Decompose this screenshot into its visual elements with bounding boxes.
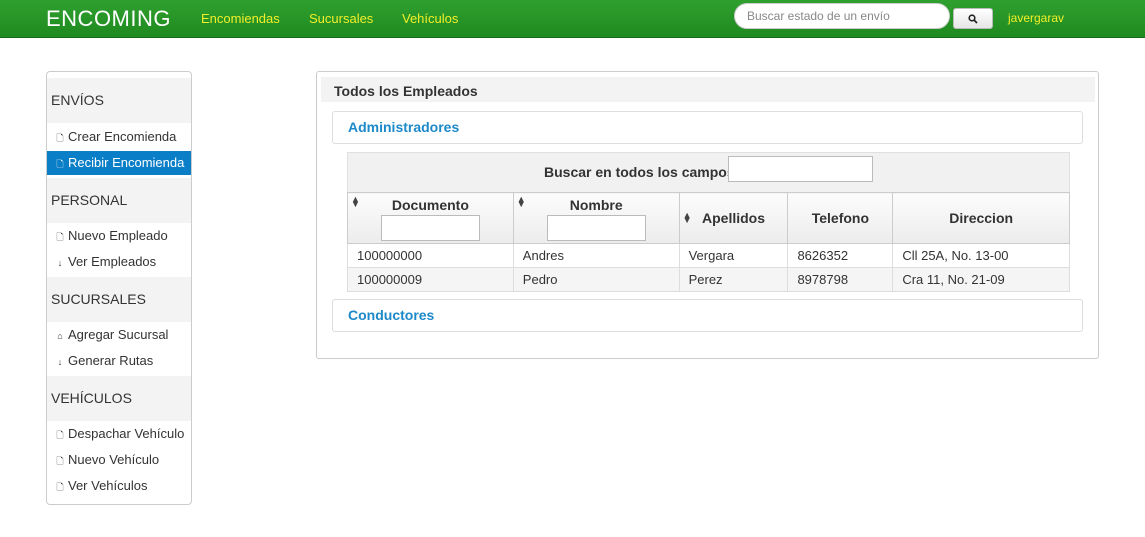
user-menu[interactable]: javergarav <box>1008 11 1064 25</box>
cell-telefono: 8626352 <box>787 243 894 268</box>
sidebar-item-agregar-sucursal[interactable]: ⌂ Agregar Sucursal <box>47 323 191 347</box>
cell-nombre: Andres <box>512 243 680 268</box>
home-icon: ⌂ <box>57 331 63 341</box>
table-filter-bar: Buscar en todos los campos: <box>347 152 1070 192</box>
sidebar-header-envios: ENVÍOS <box>47 78 191 123</box>
file-icon: 🗋 <box>56 430 64 440</box>
cell-direccion: Cra 11, No. 21-09 <box>892 267 1070 292</box>
sidebar-header-personal: PERSONAL <box>47 178 191 223</box>
cell-documento: 100000000 <box>347 243 514 268</box>
column-header-nombre[interactable]: ▲ ▼ Nombre <box>512 192 680 244</box>
sidebar-nav: ENVÍOS 🗋 Crear Encomienda 🗋 Recibir Encomi… <box>46 71 192 505</box>
file-icon: 🗋 <box>56 133 64 143</box>
file-icon: 🗋 <box>56 232 64 242</box>
column-header-telefono[interactable]: Telefono <box>787 192 894 244</box>
arrow-down-icon: ↓ <box>57 258 63 268</box>
top-navbar: ENCOMING Encomiendas Sucursales Vehículo… <box>0 0 1145 38</box>
employees-table: ▲ ▼ Documento ▲ ▼ Nombre ▲ ▼ Apellidos Tele… <box>347 192 1070 292</box>
cell-direccion: Cll 25A, No. 13-00 <box>892 243 1070 268</box>
file-icon: 🗋 <box>56 456 64 466</box>
table-row[interactable]: 100000000 Andres Vergara 8626352 Cll 25A… <box>347 243 1070 268</box>
global-filter-input[interactable] <box>728 156 873 182</box>
column-header-direccion[interactable]: Direccion <box>892 192 1070 244</box>
sort-icon[interactable]: ▲ ▼ <box>351 195 360 209</box>
sidebar-item-nuevo-vehiculo[interactable]: 🗋 Nuevo Vehículo <box>47 448 191 472</box>
sort-icon[interactable]: ▲ ▼ <box>517 195 526 209</box>
brand-logo[interactable]: ENCOMING <box>46 6 171 32</box>
sidebar-item-despachar-vehiculo[interactable]: 🗋 Despachar Vehículo <box>47 422 191 446</box>
nav-link-sucursales[interactable]: Sucursales <box>309 11 373 26</box>
cell-apellidos: Vergara <box>678 243 789 268</box>
cell-nombre: Pedro <box>512 267 680 292</box>
sidebar-item-nuevo-empleado[interactable]: 🗋 Nuevo Empleado <box>47 224 191 248</box>
sidebar-header-sucursales: SUCURSALES <box>47 277 191 322</box>
cell-telefono: 8978798 <box>787 267 894 292</box>
sidebar-item-crear-encomienda[interactable]: 🗋 Crear Encomienda <box>47 125 191 149</box>
table-row[interactable]: 100000009 Pedro Perez 8978798 Cra 11, No… <box>347 267 1070 292</box>
cell-apellidos: Perez <box>678 267 789 292</box>
sidebar-header-vehiculos: VEHÍCULOS <box>47 376 191 421</box>
nombre-filter-input[interactable] <box>546 215 646 241</box>
arrow-down-icon: ↓ <box>57 357 63 367</box>
sidebar-item-ver-empleados[interactable]: ↓ Ver Empleados <box>47 250 191 274</box>
page-title: Todos los Empleados <box>321 77 1095 102</box>
filter-label: Buscar en todos los campos: <box>544 164 740 180</box>
sidebar-item-recibir-encomienda[interactable]: 🗋 Recibir Encomienda <box>47 151 191 175</box>
column-header-documento[interactable]: ▲ ▼ Documento <box>347 192 514 244</box>
nav-link-vehiculos[interactable]: Vehículos <box>402 11 458 26</box>
section-administradores[interactable]: Administradores <box>332 111 1083 144</box>
file-icon: 🗋 <box>56 159 64 169</box>
sidebar-item-ver-vehiculos[interactable]: 🗋 Ver Vehículos <box>47 474 191 498</box>
sort-icon[interactable]: ▲ ▼ <box>683 211 692 225</box>
documento-filter-input[interactable] <box>380 215 480 241</box>
sidebar-item-generar-rutas[interactable]: ↓ Generar Rutas <box>47 349 191 373</box>
tracking-search-input[interactable] <box>734 3 950 29</box>
section-conductores[interactable]: Conductores <box>332 299 1083 332</box>
cell-documento: 100000009 <box>347 267 514 292</box>
search-icon <box>968 13 978 24</box>
file-icon: 🗋 <box>56 482 64 492</box>
search-button[interactable] <box>953 8 993 29</box>
employees-panel: Todos los Empleados Administradores Busc… <box>316 71 1099 359</box>
nav-link-encomiendas[interactable]: Encomiendas <box>201 11 280 26</box>
column-header-apellidos[interactable]: ▲ ▼ Apellidos <box>678 192 789 244</box>
